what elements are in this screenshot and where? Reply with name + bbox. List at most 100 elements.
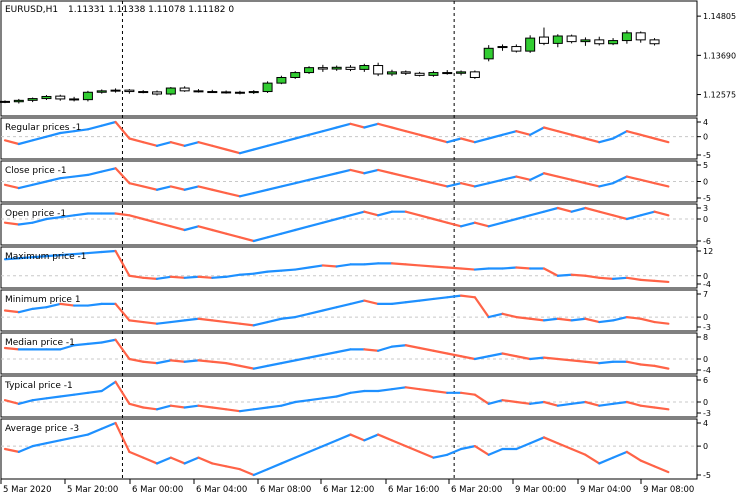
candle-body[interactable] [207, 91, 218, 94]
time-tick-label: 6 Mar 20:00 [451, 485, 502, 495]
indicator-segment [266, 269, 283, 273]
candle[interactable] [82, 90, 93, 102]
candle-body[interactable] [373, 65, 384, 75]
indicator-tick-label: 0 [703, 398, 708, 407]
indicator-tick-label: -4 [703, 366, 711, 375]
time-tick-label: 6 Mar 00:00 [132, 485, 183, 495]
candle[interactable] [469, 70, 480, 79]
indicator-tick-label: 4 [703, 118, 708, 127]
candle[interactable] [566, 34, 577, 44]
indicator-segment [473, 267, 490, 271]
candle-body[interactable] [234, 91, 245, 94]
indicator-segment [570, 359, 587, 363]
candle-body[interactable] [469, 71, 480, 78]
indicator-panel-label: Regular prices -1 [5, 123, 81, 133]
candle-body[interactable] [359, 65, 370, 70]
ohlc-readout: 1.11331 1.11338 1.11078 1.11182 0 [68, 5, 234, 15]
indicator-segment [390, 262, 407, 266]
candle-body[interactable] [580, 39, 591, 43]
indicator-segment [211, 275, 228, 279]
candle-body[interactable] [165, 87, 176, 95]
indicator-segment [653, 279, 670, 284]
candle-body[interactable] [511, 46, 522, 52]
candle-body[interactable] [290, 72, 301, 78]
candle-body[interactable] [400, 71, 411, 74]
indicator-segment [418, 264, 435, 268]
candle-body[interactable] [525, 37, 536, 52]
indicator-segment [598, 276, 615, 280]
indicator-segment [639, 278, 656, 283]
candle-body[interactable] [304, 67, 315, 74]
candle-body[interactable] [138, 91, 149, 94]
candle-body[interactable] [594, 39, 605, 45]
time-tick-label: 9 Mar 08:00 [643, 485, 694, 495]
candle-body[interactable] [442, 72, 453, 75]
candle-body[interactable] [13, 99, 24, 103]
indicator-panel-label: Maximum price -1 [5, 252, 86, 262]
candle-body[interactable] [317, 67, 328, 70]
candle-body[interactable] [152, 91, 163, 95]
candle-body[interactable] [552, 35, 563, 44]
candle-body[interactable] [635, 32, 646, 41]
time-tick-label: 6 Mar 16:00 [388, 485, 439, 495]
candle-body[interactable] [96, 90, 107, 93]
indicator-segment [238, 272, 255, 276]
candle-body[interactable] [456, 71, 467, 74]
candle-body[interactable] [0, 100, 10, 103]
candle-body[interactable] [386, 71, 397, 75]
candle-body[interactable] [414, 72, 425, 76]
candle-body[interactable] [483, 47, 494, 60]
candle-body[interactable] [179, 87, 190, 92]
indicator-segment [515, 266, 532, 270]
candle-body[interactable] [566, 35, 577, 43]
candle[interactable] [276, 75, 287, 85]
candle-body[interactable] [497, 46, 508, 49]
candle-body[interactable] [538, 36, 549, 44]
chart-window[interactable]: 1.14805 1.13690 1.12575 4 0 -5 5 0 -5 3 0 -6 12 0 -4 7 0… [0, 0, 750, 500]
candle-body[interactable] [55, 95, 66, 100]
symbol-label: EURUSD,H1 [5, 5, 58, 15]
indicator-segment [363, 348, 380, 352]
indicator-segment [169, 359, 186, 363]
candle-body[interactable] [276, 76, 287, 84]
indicator-tick-label: -5 [703, 151, 711, 160]
candle[interactable] [165, 86, 176, 96]
candle-body[interactable] [82, 91, 93, 101]
candle[interactable] [262, 81, 273, 93]
time-tick-label: 5 Mar 2020 [3, 485, 51, 495]
indicator-segment [390, 344, 407, 348]
indicator-segment [570, 273, 587, 277]
candle-body[interactable] [331, 66, 342, 70]
candle-body[interactable] [248, 91, 259, 94]
indicator-tick-label: 0 [703, 313, 708, 322]
candle-body[interactable] [124, 89, 135, 93]
candle-body[interactable] [621, 32, 632, 42]
indicator-segment [142, 276, 159, 280]
candle-body[interactable] [262, 82, 273, 93]
candle[interactable] [304, 66, 315, 74]
indicator-tick-label: -5 [703, 471, 711, 480]
candle-body[interactable] [345, 66, 356, 70]
indicator-segment [169, 275, 186, 279]
candle-body[interactable] [193, 90, 204, 93]
indicator-segment [142, 360, 159, 365]
price-tick-label: 1.13690 [703, 51, 736, 60]
candle-body[interactable] [428, 72, 439, 76]
chart-canvas[interactable]: 1.148051.136901.1257540-550-530-6120-470… [0, 0, 750, 500]
candle[interactable] [290, 71, 301, 79]
candle-body[interactable] [221, 91, 232, 94]
candle-body[interactable] [608, 40, 619, 45]
candle[interactable] [525, 35, 536, 53]
indicator-segment [86, 250, 103, 255]
candle-body[interactable] [41, 95, 52, 100]
candle-body[interactable] [27, 98, 38, 101]
candle-body[interactable] [110, 89, 121, 92]
candle-body[interactable] [69, 98, 80, 101]
indicator-segment [501, 266, 518, 270]
indicator-tick-label: 0 [703, 215, 708, 224]
candle-body[interactable] [649, 39, 660, 45]
time-tick-label: 6 Mar 12:00 [323, 485, 374, 495]
indicator-segment [183, 275, 200, 279]
indicator-tick-label: 7 [703, 290, 708, 299]
time-tick-label: 5 Mar 20:00 [67, 485, 118, 495]
